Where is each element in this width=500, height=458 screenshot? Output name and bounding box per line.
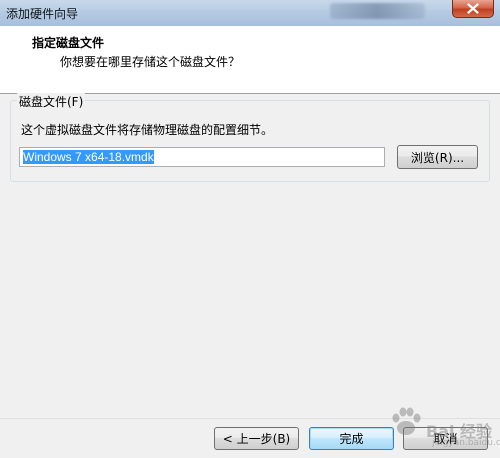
disk-file-input-value: Windows 7 x64-18.vmdk xyxy=(23,150,154,164)
wizard-footer: < 上一步(B) 完成 取消 xyxy=(0,418,500,458)
page-subtitle: 你想要在哪里存储这个磁盘文件？ xyxy=(60,55,241,69)
title-bar-background-blur xyxy=(330,3,425,19)
wizard-body: 磁盘文件(F) 这个虚拟磁盘文件将存储物理磁盘的配置细节。 Windows 7 … xyxy=(0,93,500,418)
browse-button[interactable]: 浏览(R)... xyxy=(397,145,478,169)
disk-file-description: 这个虚拟磁盘文件将存储物理磁盘的配置细节。 xyxy=(21,123,274,137)
finish-button[interactable]: 完成 xyxy=(309,427,394,450)
wizard-header: 指定磁盘文件 你想要在哪里存储这个磁盘文件？ xyxy=(0,26,500,94)
disk-file-group-label: 磁盘文件(F) xyxy=(17,93,86,110)
close-icon xyxy=(467,3,479,14)
disk-file-input[interactable]: Windows 7 x64-18.vmdk xyxy=(19,147,385,167)
window-title: 添加硬件向导 xyxy=(6,7,79,21)
disk-file-group: 磁盘文件(F) 这个虚拟磁盘文件将存储物理磁盘的配置细节。 Windows 7 … xyxy=(10,93,490,182)
cancel-button[interactable]: 取消 xyxy=(403,427,488,450)
add-hardware-wizard-window: 添加硬件向导 指定磁盘文件 你想要在哪里存储这个磁盘文件？ 磁盘文件(F) 这个… xyxy=(0,0,500,458)
title-bar[interactable]: 添加硬件向导 xyxy=(0,0,500,26)
close-button[interactable] xyxy=(452,0,494,18)
page-title: 指定磁盘文件 xyxy=(32,36,105,50)
back-button[interactable]: < 上一步(B) xyxy=(214,427,299,450)
